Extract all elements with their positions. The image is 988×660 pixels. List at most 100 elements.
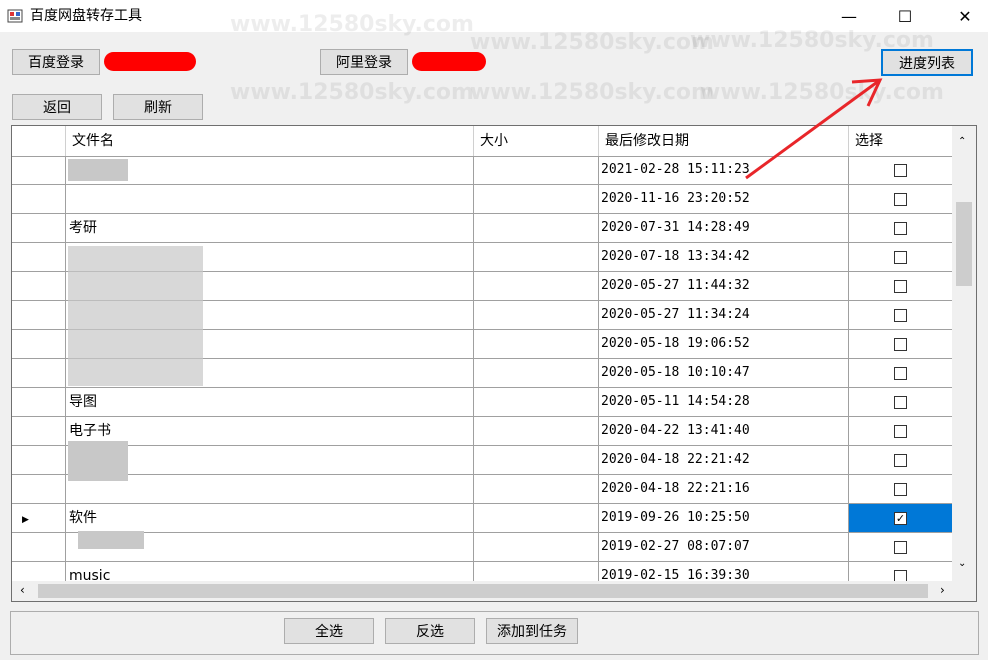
back-button[interactable]: 返回 xyxy=(12,94,102,120)
select-cell[interactable] xyxy=(849,359,953,387)
file-size-cell[interactable] xyxy=(474,504,599,532)
vertical-scrollbar[interactable]: ⌃ ⌄ xyxy=(952,126,976,581)
modified-date-cell[interactable]: 2020-05-27 11:34:24 xyxy=(599,301,849,329)
modified-date-cell[interactable]: 2020-07-18 13:34:42 xyxy=(599,243,849,271)
select-cell[interactable] xyxy=(849,533,953,561)
select-checkbox[interactable] xyxy=(894,540,907,554)
modified-date-cell[interactable]: 2019-09-26 10:25:50 xyxy=(599,504,849,532)
modified-date-cell[interactable]: 2020-07-31 14:28:49 xyxy=(599,214,849,242)
column-header-size[interactable]: 大小 xyxy=(474,126,599,156)
file-name-cell[interactable]: 软件 xyxy=(66,504,474,532)
select-all-button[interactable]: 全选 xyxy=(284,618,374,644)
table-row[interactable]: 2019-02-27 08:07:07 xyxy=(12,533,953,562)
modified-date-cell[interactable]: 2020-05-18 10:10:47 xyxy=(599,359,849,387)
file-size-cell[interactable] xyxy=(474,272,599,300)
watermark: www.12580sky.com xyxy=(230,80,474,105)
select-cell[interactable] xyxy=(849,330,953,358)
modified-date-cell[interactable]: 2020-04-22 13:41:40 xyxy=(599,417,849,445)
row-header[interactable] xyxy=(12,446,66,474)
table-row[interactable]: ▶ 软件 2019-09-26 10:25:50 ✓ xyxy=(12,504,953,533)
ali-login-button[interactable]: 阿里登录 xyxy=(320,49,408,75)
column-header-name[interactable]: 文件名 xyxy=(66,126,474,156)
row-header[interactable] xyxy=(12,388,66,416)
modified-date-cell[interactable]: 2020-04-18 22:21:42 xyxy=(599,446,849,474)
modified-date-cell[interactable]: 2020-05-27 11:44:32 xyxy=(599,272,849,300)
modified-date-cell[interactable]: 2020-05-18 19:06:52 xyxy=(599,330,849,358)
file-size-cell[interactable] xyxy=(474,301,599,329)
table-row[interactable]: 导图 2020-05-11 14:54:28 xyxy=(12,388,953,417)
maximize-button[interactable]: ☐ xyxy=(882,0,928,32)
table-row[interactable]: 2020-04-18 22:21:16 xyxy=(12,475,953,504)
scroll-up-icon[interactable]: ⌃ xyxy=(958,136,966,147)
invert-selection-button[interactable]: 反选 xyxy=(385,618,475,644)
file-size-cell[interactable] xyxy=(474,475,599,503)
select-checkbox[interactable] xyxy=(894,424,907,438)
file-size-cell[interactable] xyxy=(474,359,599,387)
row-header[interactable] xyxy=(12,301,66,329)
file-grid[interactable]: 文件名 大小 最后修改日期 选择 2021-02-28 15:11:23 2020… xyxy=(11,125,977,602)
select-checkbox[interactable] xyxy=(894,192,907,206)
minimize-button[interactable]: — xyxy=(826,0,872,32)
modified-date-cell[interactable]: 2019-02-27 08:07:07 xyxy=(599,533,849,561)
file-name-cell[interactable]: 考研 xyxy=(66,214,474,242)
horizontal-scrollbar[interactable]: ‹ › xyxy=(12,581,976,601)
scroll-down-icon[interactable]: ⌄ xyxy=(958,558,966,569)
app-icon xyxy=(7,9,23,23)
row-header[interactable] xyxy=(12,243,66,271)
select-checkbox[interactable] xyxy=(894,395,907,409)
horizontal-scroll-thumb[interactable] xyxy=(38,584,928,598)
modified-date-cell[interactable]: 2020-05-11 14:54:28 xyxy=(599,388,849,416)
select-checkbox[interactable] xyxy=(894,279,907,293)
row-header[interactable] xyxy=(12,272,66,300)
table-row[interactable]: 电子书 2020-04-22 13:41:40 xyxy=(12,417,953,446)
select-cell[interactable] xyxy=(849,446,953,474)
select-checkbox[interactable] xyxy=(894,453,907,467)
select-checkbox[interactable]: ✓ xyxy=(894,511,907,525)
select-cell[interactable] xyxy=(849,272,953,300)
row-header[interactable] xyxy=(12,330,66,358)
scroll-left-icon[interactable]: ‹ xyxy=(20,583,25,597)
file-name-cell[interactable] xyxy=(66,185,474,213)
select-checkbox[interactable] xyxy=(894,250,907,264)
select-checkbox[interactable] xyxy=(894,308,907,322)
file-name-cell[interactable]: 导图 xyxy=(66,388,474,416)
file-size-cell[interactable] xyxy=(474,446,599,474)
row-header[interactable] xyxy=(12,185,66,213)
select-cell[interactable] xyxy=(849,214,953,242)
row-header[interactable] xyxy=(12,214,66,242)
row-header[interactable] xyxy=(12,359,66,387)
add-to-task-button[interactable]: 添加到任务 xyxy=(486,618,578,644)
file-size-cell[interactable] xyxy=(474,533,599,561)
select-cell[interactable] xyxy=(849,417,953,445)
row-header[interactable]: ▶ xyxy=(12,504,66,532)
select-checkbox[interactable] xyxy=(894,221,907,235)
select-checkbox[interactable] xyxy=(894,366,907,380)
row-header[interactable] xyxy=(12,156,66,184)
select-checkbox[interactable] xyxy=(894,482,907,496)
file-size-cell[interactable] xyxy=(474,185,599,213)
select-cell[interactable] xyxy=(849,301,953,329)
select-cell[interactable] xyxy=(849,243,953,271)
row-header[interactable] xyxy=(12,417,66,445)
select-cell[interactable] xyxy=(849,475,953,503)
table-row[interactable]: 考研 2020-07-31 14:28:49 xyxy=(12,214,953,243)
select-cell[interactable] xyxy=(849,388,953,416)
file-size-cell[interactable] xyxy=(474,156,599,184)
file-size-cell[interactable] xyxy=(474,388,599,416)
refresh-button[interactable]: 刷新 xyxy=(113,94,203,120)
baidu-login-button[interactable]: 百度登录 xyxy=(12,49,100,75)
close-button[interactable]: ✕ xyxy=(942,0,988,32)
file-size-cell[interactable] xyxy=(474,330,599,358)
file-size-cell[interactable] xyxy=(474,243,599,271)
select-cell[interactable]: ✓ xyxy=(849,504,953,532)
row-header[interactable] xyxy=(12,533,66,561)
table-row[interactable]: 2020-04-18 22:21:42 xyxy=(12,446,953,475)
row-header[interactable] xyxy=(12,475,66,503)
file-size-cell[interactable] xyxy=(474,214,599,242)
scroll-right-icon[interactable]: › xyxy=(940,583,945,597)
select-checkbox[interactable] xyxy=(894,337,907,351)
vertical-scroll-thumb[interactable] xyxy=(956,202,972,286)
file-size-cell[interactable] xyxy=(474,417,599,445)
blurred-filename xyxy=(68,441,128,481)
modified-date-cell[interactable]: 2020-04-18 22:21:16 xyxy=(599,475,849,503)
